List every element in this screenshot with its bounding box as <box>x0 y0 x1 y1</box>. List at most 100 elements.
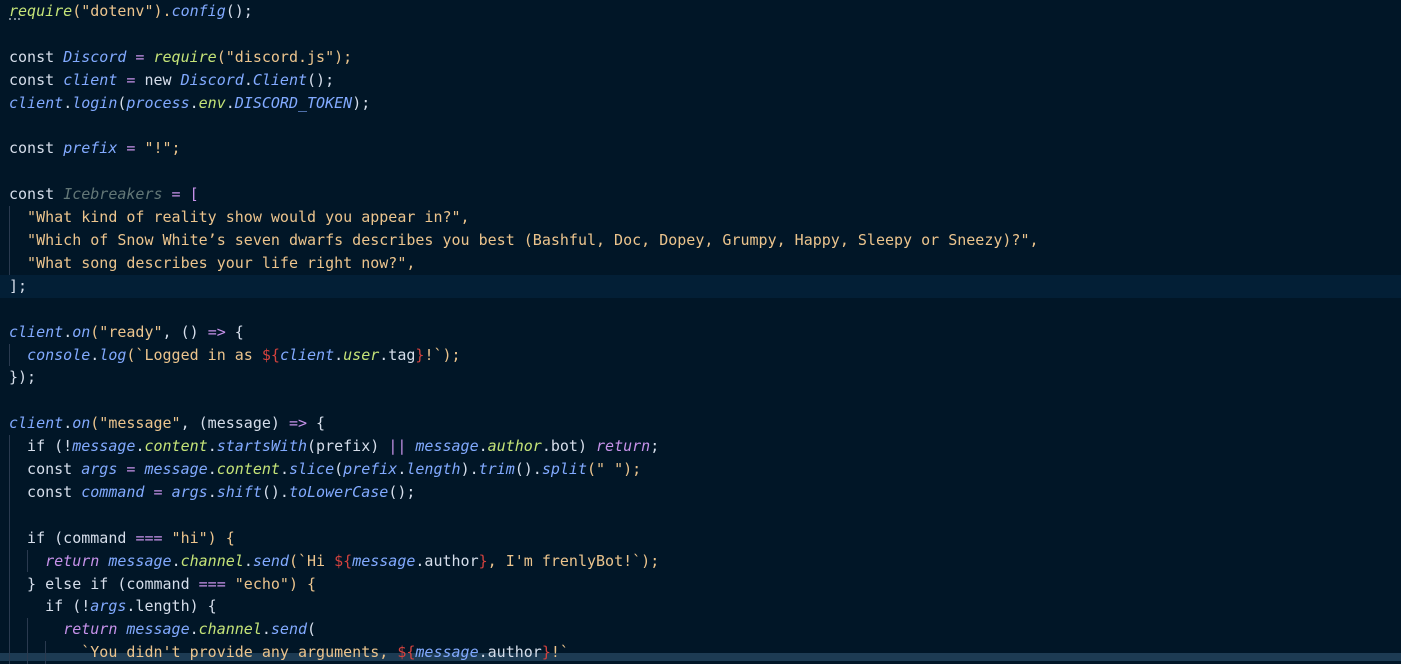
code-line[interactable]: client.on("message", (message) => { <box>9 412 325 435</box>
code-line[interactable]: client.on("ready", () => { <box>9 321 244 344</box>
code-token: . <box>207 437 217 456</box>
code-token: send <box>270 620 308 639</box>
code-token: message <box>144 460 208 478</box>
code-token: (); <box>388 482 416 501</box>
code-token: args <box>171 482 208 501</box>
code-token: === <box>135 528 163 547</box>
code-token: (`Logged in as <box>126 345 262 364</box>
code-line[interactable]: const client = new Discord.Client(); <box>9 69 334 92</box>
code-token: on <box>72 322 91 341</box>
code-token: } <box>541 643 551 662</box>
code-token: . <box>279 460 289 478</box>
code-line[interactable]: client.login(process.env.DISCORD_TOKEN); <box>9 92 370 115</box>
code-line[interactable]: "What song describes your life right now… <box>9 252 415 275</box>
code-token: ("discord.js"); <box>216 47 353 66</box>
code-token: . <box>225 93 235 112</box>
code-line[interactable]: ]; <box>0 274 1401 298</box>
code-token: return <box>63 620 118 639</box>
code-token: client <box>63 70 118 89</box>
code-token: return <box>45 551 100 570</box>
code-token: login <box>72 93 118 112</box>
code-line[interactable]: if (command === "hi") { <box>9 527 235 550</box>
code-token: ("dotenv"). <box>72 2 172 20</box>
code-token: "echo") { <box>225 574 317 593</box>
code-token: ${ <box>261 345 280 364</box>
indent-guide <box>27 618 29 664</box>
code-token: { <box>307 414 326 433</box>
code-token: . <box>261 620 271 639</box>
code-token: prefix <box>343 460 398 478</box>
code-line[interactable]: const Icebreakers = [ <box>9 183 199 206</box>
code-line[interactable]: const prefix = "!"; <box>9 137 181 160</box>
code-token: .author <box>415 551 479 570</box>
code-token: !`); <box>424 345 461 364</box>
code-token: if (! <box>9 597 91 616</box>
code-token: = <box>117 70 145 89</box>
code-token: if (! <box>9 437 73 456</box>
code-line[interactable]: console.log(`Logged in as ${client.user.… <box>9 344 461 367</box>
code-token: = <box>126 47 154 66</box>
code-token: . <box>478 437 488 456</box>
code-token: const <box>9 70 64 89</box>
code-token: "What kind of reality show would you app… <box>9 208 470 227</box>
code-token: config <box>171 2 226 20</box>
code-token: = <box>117 139 145 158</box>
code-line[interactable]: return message.channel.send(`Hi ${messag… <box>9 550 659 573</box>
code-line[interactable]: const Discord = require("discord.js"); <box>9 46 352 69</box>
code-token: if (command <box>9 528 136 547</box>
code-token: return <box>596 437 651 456</box>
code-token: toLowerCase <box>288 482 389 501</box>
code-line[interactable]: } else if (command === "echo") { <box>9 573 316 596</box>
code-token: message <box>72 437 136 456</box>
code-token: message <box>352 551 416 570</box>
code-token: ( <box>334 460 344 478</box>
code-token: args <box>90 597 127 616</box>
code-token: channel <box>198 620 262 639</box>
code-token: . <box>334 345 344 364</box>
code-token: send <box>252 551 289 570</box>
code-token: startsWith <box>216 437 308 456</box>
code-line[interactable]: "What kind of reality show would you app… <box>9 206 470 229</box>
code-token: (`Hi <box>288 551 335 570</box>
code-line[interactable]: }); <box>9 366 36 389</box>
code-token: client <box>9 414 64 433</box>
code-token: => <box>207 322 226 341</box>
code-token: } else if (command <box>9 574 199 593</box>
code-token: { <box>225 322 244 341</box>
code-token: DISCORD_TOKEN <box>234 93 353 112</box>
code-token: . <box>63 93 73 112</box>
code-token: content <box>216 460 280 478</box>
code-token: (). <box>261 482 289 501</box>
code-token: , I'm frenlyBot!`); <box>487 551 660 570</box>
code-editor[interactable]: require("dotenv").config(); const Discord… <box>0 0 1401 664</box>
code-token: const <box>9 482 82 501</box>
code-token: === <box>198 574 226 593</box>
code-token: ). <box>460 460 479 478</box>
code-line[interactable]: require("dotenv").config(); <box>9 0 253 23</box>
code-token: "Which of Snow White’s seven dwarfs desc… <box>9 231 1039 249</box>
code-line[interactable]: if (!args.length) { <box>9 595 217 618</box>
code-token: "!"; <box>144 139 181 158</box>
code-token: || <box>388 437 407 456</box>
code-token: require <box>153 47 217 66</box>
code-token: . <box>189 620 199 639</box>
code-token: , (message) <box>180 414 289 433</box>
code-token: const <box>9 185 64 204</box>
code-token: content <box>144 437 208 456</box>
code-line[interactable]: return message.channel.send( <box>9 618 316 641</box>
code-line[interactable]: const args = message.content.slice(prefi… <box>9 458 641 481</box>
code-token: ); <box>352 93 371 112</box>
code-token: (" "); <box>587 460 642 478</box>
code-token: const <box>9 460 82 478</box>
code-token: = <box>117 460 145 478</box>
code-token: = [ <box>162 185 199 204</box>
code-token: Discord <box>180 70 244 89</box>
code-line[interactable]: if (!message.content.startsWith(prefix) … <box>9 435 659 458</box>
code-token: client <box>279 345 335 364</box>
code-token: ${ <box>397 643 416 662</box>
code-line[interactable]: const command = args.shift().toLowerCase… <box>9 481 415 504</box>
code-token: . <box>243 551 253 570</box>
code-line[interactable]: "Which of Snow White’s seven dwarfs desc… <box>9 229 1039 252</box>
code-token: channel <box>180 551 244 570</box>
code-token: "What song describes your life right now… <box>9 253 416 272</box>
